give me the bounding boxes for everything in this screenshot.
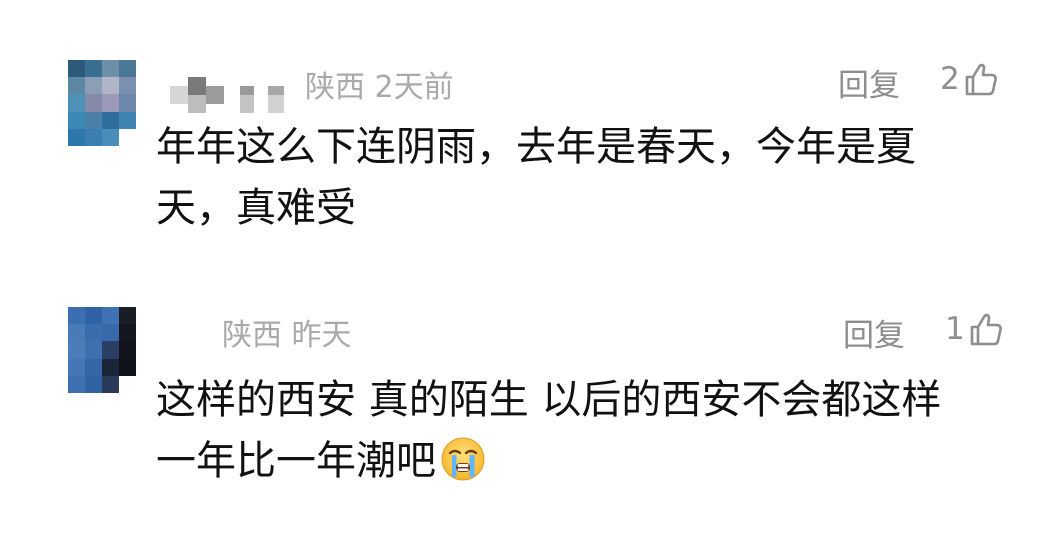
- comment-text-line: 这样的西安 真的陌生 以后的西安不会都这样: [156, 377, 942, 423]
- crying-face-emoji-icon: [440, 436, 486, 482]
- comment-text: 年年这么下连阴雨，去年是春天，今年是夏 天，真难受: [156, 117, 1016, 239]
- comment-meta: 陕西 昨天: [222, 310, 352, 354]
- comment-text: 这样的西安 真的陌生 以后的西安不会都这样 一年比一年潮吧: [156, 370, 1016, 492]
- comment-meta: 陕西 2天前: [305, 62, 454, 106]
- comment-text-line-with-emoji: 一年比一年潮吧: [156, 431, 1016, 492]
- comment-text-line: 天，真难受: [156, 185, 356, 231]
- comment-text-line: 一年比一年潮吧: [156, 438, 436, 484]
- like-button[interactable]: 1: [945, 308, 1003, 350]
- comment-item: 陕西 2天前 回复 2 年年这么下连阴雨，去年是春天，今年是夏 天，真难受: [0, 0, 1063, 250]
- reply-button[interactable]: 回复: [838, 60, 900, 105]
- time-label: 昨天: [291, 318, 352, 353]
- thumbs-up-icon[interactable]: [969, 311, 1003, 347]
- comment-item: 陕西 昨天 回复 1 这样的西安 真的陌生 以后的西安不会都这样 一年比一年潮吧: [0, 250, 1063, 533]
- like-button[interactable]: 2: [940, 58, 998, 100]
- avatar[interactable]: [68, 60, 136, 146]
- avatar[interactable]: [68, 307, 136, 393]
- time-label: 2天前: [374, 70, 454, 105]
- location-label: 陕西: [305, 70, 365, 105]
- comment-text-line: 年年这么下连阴雨，去年是春天，今年是夏: [156, 124, 916, 170]
- location-label: 陕西: [222, 318, 282, 353]
- username-pixelated[interactable]: [170, 77, 292, 113]
- like-count: 2: [940, 61, 960, 97]
- like-count: 1: [945, 311, 965, 347]
- thumbs-up-icon[interactable]: [964, 61, 998, 97]
- reply-button[interactable]: 回复: [843, 310, 905, 355]
